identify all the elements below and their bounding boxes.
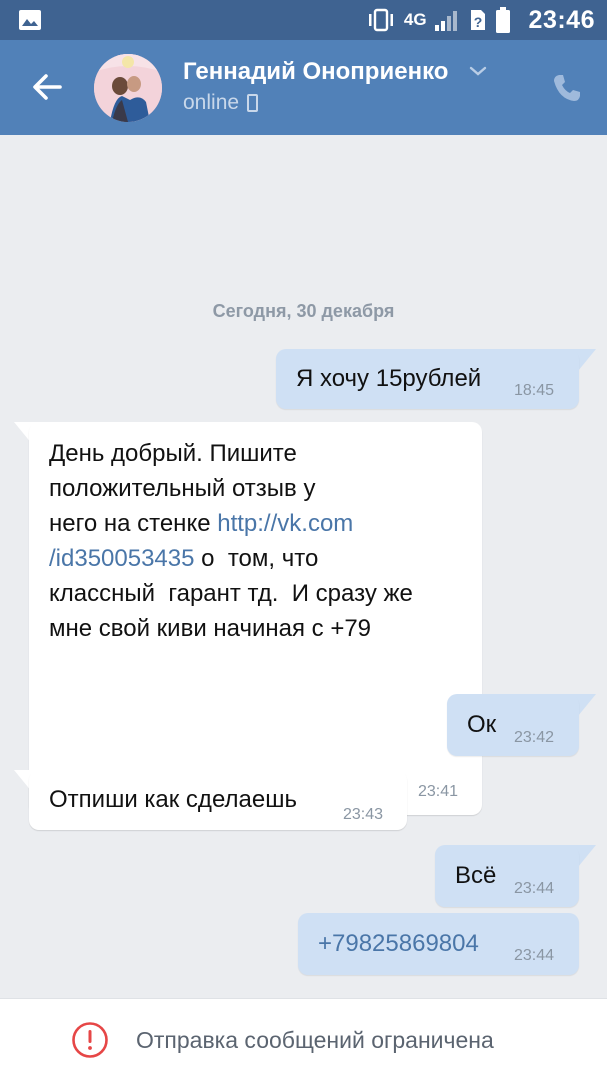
message-time: 23:44 bbox=[514, 880, 555, 897]
contact-status: online bbox=[183, 91, 259, 115]
chat-header: Геннадий Оноприенко online bbox=[0, 40, 607, 135]
message-text: Я хочу 15рублей bbox=[296, 365, 482, 392]
online-status-text: online bbox=[183, 91, 240, 114]
vk-profile-link-id[interactable]: /id350053435 bbox=[49, 545, 194, 572]
mobile-device-icon bbox=[247, 94, 259, 112]
text-part: о том, что bbox=[194, 545, 319, 572]
sim-unknown-icon: ? bbox=[470, 10, 485, 30]
contact-name[interactable]: Геннадий Оноприенко bbox=[183, 58, 448, 86]
message-text: Отпиши как сделаешь bbox=[49, 786, 297, 813]
status-bar: 4G ? 23:46 bbox=[0, 0, 607, 40]
message-time: 23:44 bbox=[514, 947, 555, 964]
messaging-restricted-bar: Отправка сообщений ограничена bbox=[0, 998, 607, 1080]
message-outgoing[interactable]: Всё 23:44 bbox=[435, 845, 579, 907]
text-line: /id350053435 о том, что bbox=[49, 541, 413, 576]
avatar-photo bbox=[94, 54, 162, 122]
message-text: Ок bbox=[467, 711, 497, 738]
message-outgoing[interactable]: Я хочу 15рублей 18:45 bbox=[276, 349, 579, 409]
phone-call-icon[interactable] bbox=[551, 72, 583, 104]
message-time: 23:42 bbox=[514, 729, 555, 746]
message-time: 23:43 bbox=[343, 806, 384, 823]
message-time: 23:41 bbox=[418, 783, 459, 800]
text-line: него на стенке http://vk.com bbox=[49, 506, 413, 541]
date-separator: Сегодня, 30 декабря bbox=[212, 301, 395, 321]
back-arrow-icon[interactable] bbox=[30, 70, 64, 104]
network-type: 4G bbox=[403, 10, 427, 29]
gallery-notification-icon bbox=[19, 10, 41, 30]
restriction-message: Отправка сообщений ограничена bbox=[136, 1027, 494, 1053]
text-line: положительный отзыв у bbox=[49, 475, 316, 502]
phone-number-link[interactable]: +79825869804 bbox=[318, 926, 479, 961]
message-time: 18:45 bbox=[514, 382, 555, 399]
warning-icon bbox=[72, 1022, 108, 1058]
avatar[interactable] bbox=[94, 54, 162, 122]
message-incoming[interactable]: День добрый. Пишите положительный отзыв … bbox=[29, 422, 482, 815]
text-line: мне свой киви начиная с +79 bbox=[49, 615, 372, 642]
text-part: него на стенке bbox=[49, 510, 218, 537]
message-text: День добрый. Пишите положительный отзыв … bbox=[49, 436, 413, 646]
battery-icon bbox=[495, 7, 510, 33]
svg-text:?: ? bbox=[473, 14, 482, 30]
text-line: День добрый. Пишите bbox=[49, 440, 297, 467]
vk-profile-link[interactable]: http://vk.com bbox=[217, 510, 353, 537]
clock: 23:46 bbox=[528, 5, 595, 34]
text-line: классный гарант тд. И сразу же bbox=[49, 580, 413, 607]
chevron-down-icon[interactable] bbox=[468, 64, 488, 78]
message-outgoing[interactable]: Ок 23:42 bbox=[447, 694, 579, 756]
vibrate-icon bbox=[368, 8, 393, 32]
message-text: Всё bbox=[455, 862, 497, 889]
message-incoming[interactable]: Отпиши как сделаешь 23:43 bbox=[29, 770, 407, 830]
message-list[interactable]: Сегодня, 30 декабря Я хочу 15рублей 18:4… bbox=[0, 135, 607, 998]
signal-icon bbox=[434, 11, 457, 31]
message-outgoing[interactable]: +79825869804 23:44 bbox=[298, 913, 579, 975]
